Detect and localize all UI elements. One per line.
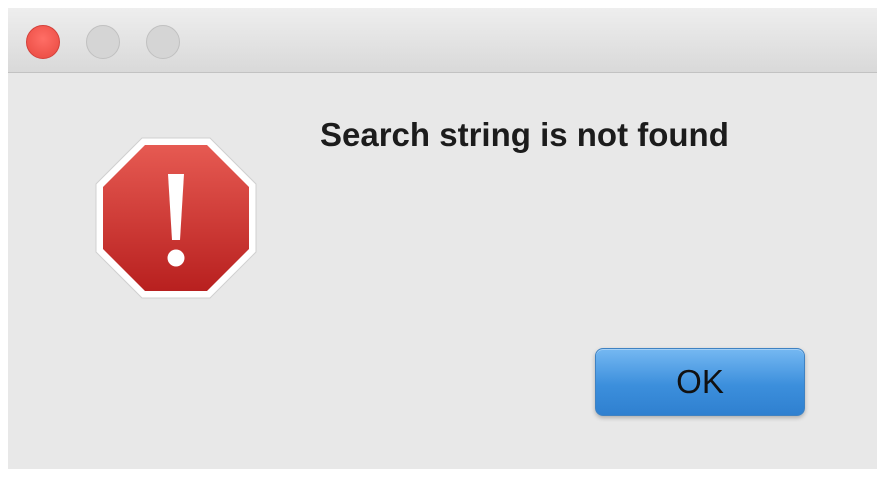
stop-exclamation-icon: [95, 137, 257, 299]
alert-message: Search string is not found: [320, 116, 729, 153]
minimize-window-button[interactable]: [86, 25, 120, 59]
title-bar: [8, 8, 877, 73]
zoom-window-button[interactable]: [146, 25, 180, 59]
close-window-button[interactable]: [26, 25, 60, 59]
ok-button-label: OK: [676, 363, 724, 400]
alert-dialog: Search string is not found OK: [8, 8, 877, 469]
ok-button[interactable]: OK: [595, 348, 805, 416]
